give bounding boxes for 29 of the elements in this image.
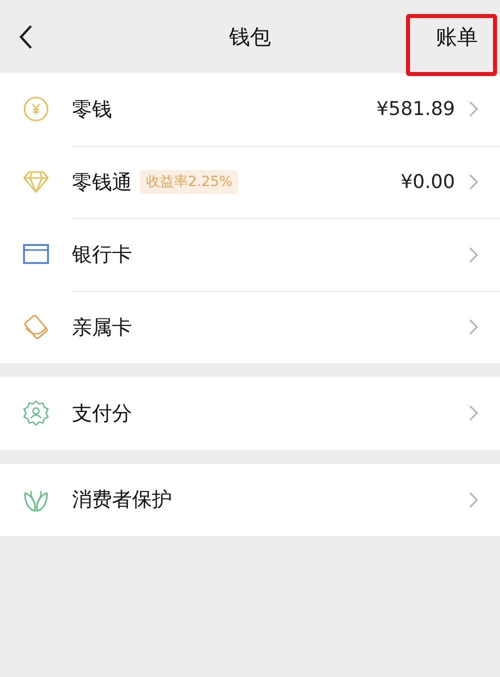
row-label: 消费者保护 xyxy=(72,486,172,514)
page-title: 钱包 xyxy=(229,24,271,50)
chevron-icon xyxy=(469,405,478,422)
chevron-icon xyxy=(469,174,478,190)
back-icon[interactable] xyxy=(18,24,34,50)
tilted-card-icon xyxy=(23,314,49,340)
diamond-icon xyxy=(22,170,50,194)
menu-row[interactable]: 消费者保护 xyxy=(0,464,500,536)
menu-row[interactable]: 银行卡 xyxy=(0,218,500,290)
chevron-icon xyxy=(469,492,478,508)
menu-row[interactable]: 支付分 xyxy=(0,377,500,450)
menu-row[interactable]: 零钱 ¥581.89 xyxy=(0,73,500,146)
row-label: 零钱 xyxy=(72,96,112,123)
chevron-icon xyxy=(469,319,478,336)
bill-button[interactable]: 账单 xyxy=(432,14,482,58)
chevron-icon xyxy=(469,101,478,118)
row-label: 银行卡 xyxy=(72,241,132,268)
card-icon xyxy=(23,244,49,264)
row-label: 支付分 xyxy=(72,400,132,427)
balance-amount: ¥581.89 xyxy=(376,98,455,120)
badge-person-icon xyxy=(22,399,50,428)
menu-row[interactable]: 零钱通 收益率2.25% ¥0.00 xyxy=(0,146,500,218)
yuan-coin-icon xyxy=(23,96,49,122)
row-label: 零钱通 xyxy=(72,168,132,196)
balance-amount: ¥0.00 xyxy=(400,171,455,194)
yield-tag: 收益率2.25% xyxy=(140,170,238,194)
chevron-icon xyxy=(469,246,478,263)
menu-row[interactable]: 亲属卡 xyxy=(0,290,500,363)
row-label: 亲属卡 xyxy=(72,314,132,341)
